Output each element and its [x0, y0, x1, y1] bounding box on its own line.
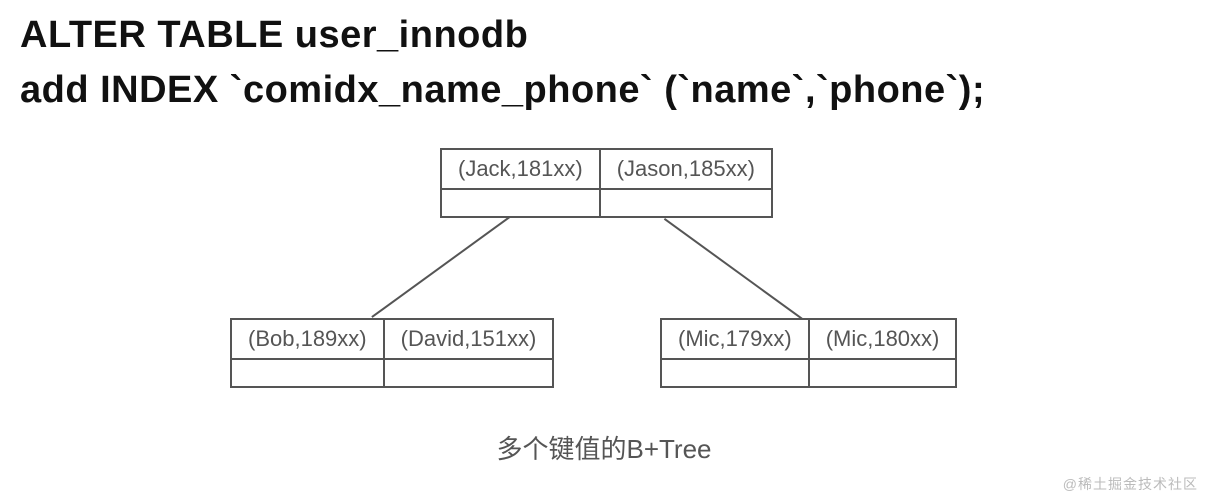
- btree-left-key-1: (David,151xx): [385, 320, 553, 360]
- btree-left-slot-1: [385, 360, 553, 386]
- btree-root-cell-1: (Jason,185xx): [601, 150, 771, 216]
- btree-root-node: (Jack,181xx) (Jason,185xx): [440, 148, 773, 218]
- watermark: @稀土掘金技术社区: [1063, 474, 1198, 494]
- btree-diagram: (Jack,181xx) (Jason,185xx) (Bob,189xx) (…: [0, 128, 1208, 488]
- btree-root-key-0: (Jack,181xx): [442, 150, 599, 190]
- btree-right-slot-1: [810, 360, 956, 386]
- btree-edge-left: [371, 217, 510, 319]
- btree-left-cell-0: (Bob,189xx): [232, 320, 385, 386]
- btree-edge-right: [664, 218, 803, 320]
- btree-root-slot-0: [442, 190, 599, 216]
- btree-right-key-0: (Mic,179xx): [662, 320, 808, 360]
- btree-right-leaf: (Mic,179xx) (Mic,180xx): [660, 318, 957, 388]
- btree-root-key-1: (Jason,185xx): [601, 150, 771, 190]
- btree-right-cell-1: (Mic,180xx): [810, 320, 956, 386]
- btree-root-cell-0: (Jack,181xx): [442, 150, 601, 216]
- btree-right-slot-0: [662, 360, 808, 386]
- sql-statement: ALTER TABLE user_innodb add INDEX `comid…: [0, 0, 1208, 128]
- diagram-caption: 多个键值的B+Tree: [496, 429, 711, 466]
- btree-right-cell-0: (Mic,179xx): [662, 320, 810, 386]
- btree-right-key-1: (Mic,180xx): [810, 320, 956, 360]
- sql-line-1: ALTER TABLE user_innodb: [20, 8, 1188, 63]
- btree-left-key-0: (Bob,189xx): [232, 320, 383, 360]
- btree-left-leaf: (Bob,189xx) (David,151xx): [230, 318, 554, 388]
- btree-left-slot-0: [232, 360, 383, 386]
- btree-left-cell-1: (David,151xx): [385, 320, 553, 386]
- sql-line-2: add INDEX `comidx_name_phone` (`name`,`p…: [20, 63, 1188, 118]
- btree-root-slot-1: [601, 190, 771, 216]
